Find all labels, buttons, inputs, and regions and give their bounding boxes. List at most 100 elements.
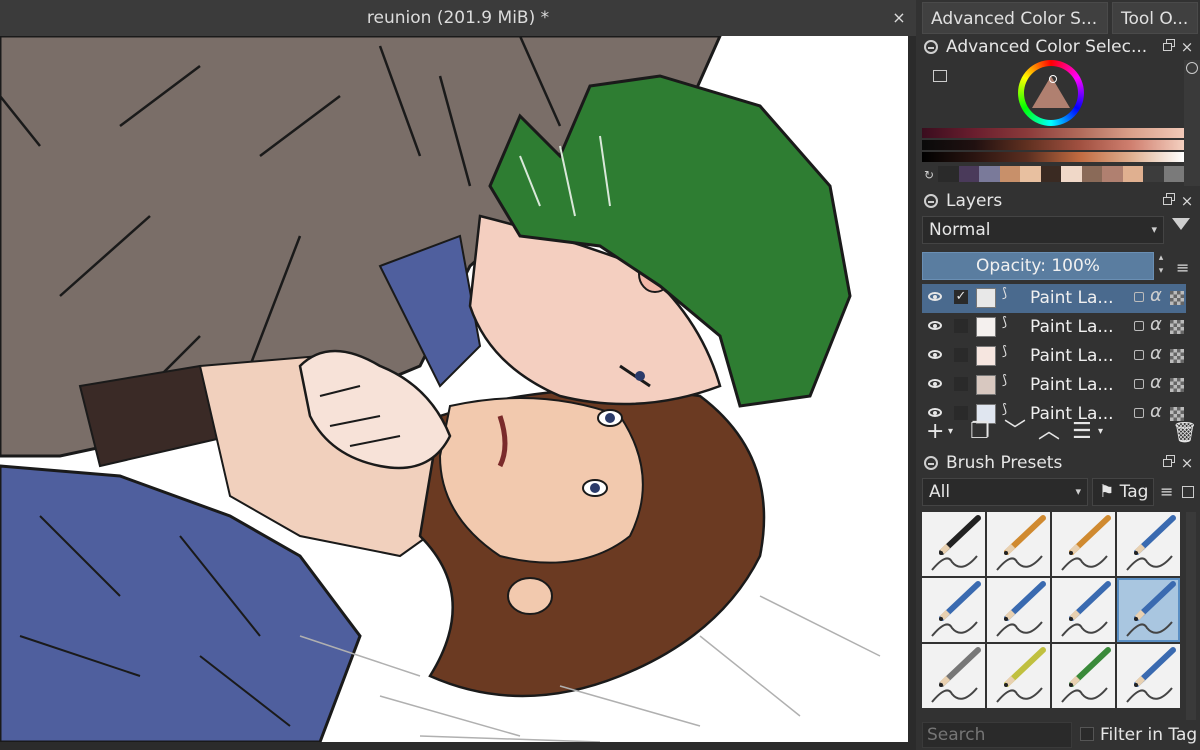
- duplicate-layer-button[interactable]: ❐: [970, 418, 990, 446]
- visibility-eye-icon[interactable]: [928, 379, 942, 388]
- lock-icon[interactable]: [1134, 350, 1144, 360]
- opacity-slider[interactable]: Opacity: 100%: [922, 252, 1154, 280]
- paint-layer-icon: ⟆: [1002, 315, 1008, 330]
- brush-preset-tile[interactable]: [987, 578, 1050, 642]
- visibility-eye-icon[interactable]: [928, 350, 942, 359]
- filter-in-tag-checkbox[interactable]: Filter in Tag: [1080, 722, 1200, 748]
- visibility-eye-icon[interactable]: [928, 292, 942, 301]
- layer-thumbnail: [976, 375, 996, 395]
- add-layer-button[interactable]: +: [926, 418, 944, 446]
- panel-lock-icon[interactable]: [924, 194, 938, 208]
- properties-dropdown-icon[interactable]: ▾: [1098, 418, 1103, 446]
- filter-icon[interactable]: [1172, 218, 1190, 230]
- color-swatches[interactable]: [938, 166, 1184, 182]
- alpha-lock-icon[interactable]: α: [1150, 343, 1162, 364]
- layer-properties-button[interactable]: ☰: [1072, 418, 1092, 446]
- layer-select-checkbox[interactable]: [954, 319, 968, 333]
- lock-icon[interactable]: [1134, 321, 1144, 331]
- visibility-eye-icon[interactable]: [928, 321, 942, 330]
- layer-select-checkbox[interactable]: [954, 348, 968, 362]
- inherit-alpha-icon[interactable]: [1170, 378, 1184, 392]
- alpha-lock-icon[interactable]: α: [1150, 285, 1162, 306]
- brush-presets-header: Brush Presets ×: [918, 450, 1200, 476]
- refresh-swatches-icon[interactable]: ↻: [924, 168, 934, 182]
- alpha-lock-icon[interactable]: α: [1150, 372, 1162, 393]
- lock-icon[interactable]: [1134, 408, 1144, 418]
- brush-preset-tile[interactable]: [1052, 644, 1115, 708]
- brush-view-menu-icon[interactable]: ≡: [1160, 482, 1173, 501]
- layer-name[interactable]: Paint La...: [1030, 313, 1114, 342]
- brush-preset-tile[interactable]: [1052, 578, 1115, 642]
- tab-advanced-color-selector[interactable]: Advanced Color S...: [922, 2, 1108, 34]
- canvas-vertical-scrollbar[interactable]: [908, 36, 916, 750]
- float-panel-icon[interactable]: [1163, 455, 1176, 468]
- lock-icon[interactable]: [1134, 292, 1144, 302]
- tag-select[interactable]: All ▾: [922, 478, 1088, 506]
- brush-search-input[interactable]: [922, 722, 1072, 748]
- blend-mode-select[interactable]: Normal ▾: [922, 216, 1164, 244]
- tag-button[interactable]: ⚑ Tag: [1092, 478, 1154, 506]
- brush-preset-tile[interactable]: [1052, 512, 1115, 576]
- brush-preset-tile[interactable]: [987, 644, 1050, 708]
- float-panel-icon[interactable]: [1163, 39, 1176, 52]
- color-gradient-bar[interactable]: [922, 140, 1184, 150]
- brush-preset-tile[interactable]: [1117, 578, 1180, 642]
- tab-tool-options[interactable]: Tool O...: [1112, 2, 1198, 34]
- no-color-icon[interactable]: [1186, 62, 1198, 74]
- canvas-horizontal-scrollbar[interactable]: [0, 742, 908, 750]
- brush-list-scrollbar[interactable]: [1186, 512, 1196, 720]
- layer-row[interactable]: ⟆ Paint La... α: [922, 313, 1186, 342]
- layer-name[interactable]: Paint La...: [1030, 371, 1114, 400]
- inherit-alpha-icon[interactable]: [1170, 291, 1184, 305]
- brush-preset-icon: [996, 515, 1046, 571]
- layer-menu-icon[interactable]: ≡: [1176, 258, 1189, 277]
- layer-row[interactable]: ⟆ Paint La... α: [922, 371, 1186, 400]
- inherit-alpha-icon[interactable]: [1170, 320, 1184, 334]
- alpha-lock-icon[interactable]: α: [1150, 314, 1162, 335]
- close-panel-icon[interactable]: ×: [1178, 190, 1196, 212]
- layer-thumbnail: [976, 288, 996, 308]
- panel-lock-icon[interactable]: [924, 40, 938, 54]
- move-layer-down-button[interactable]: ﹀: [1004, 418, 1026, 446]
- color-picker-cursor[interactable]: [1049, 75, 1057, 83]
- brush-import-icon[interactable]: [1182, 486, 1194, 498]
- layer-name[interactable]: Paint La...: [1030, 342, 1114, 371]
- close-panel-icon[interactable]: ×: [1178, 36, 1196, 58]
- close-panel-icon[interactable]: ×: [1178, 452, 1196, 474]
- lock-icon[interactable]: [1134, 379, 1144, 389]
- drawing-canvas[interactable]: [0, 36, 908, 742]
- document-title[interactable]: reunion (201.9 MiB) *: [0, 0, 916, 36]
- opacity-spinner[interactable]: ▴ ▾: [1156, 252, 1166, 280]
- brush-preset-tile[interactable]: [922, 512, 985, 576]
- visibility-eye-icon[interactable]: [928, 408, 942, 417]
- delete-layer-button[interactable]: 🗑: [1172, 418, 1197, 446]
- color-settings-icon[interactable]: [933, 70, 947, 82]
- checkbox-box: [1080, 727, 1094, 741]
- brush-preset-icon: [1126, 647, 1176, 703]
- brush-preset-tile[interactable]: [1117, 512, 1180, 576]
- move-layer-up-button[interactable]: ︿: [1038, 418, 1060, 446]
- layer-row[interactable]: ✓ ⟆ Paint La... α: [922, 284, 1186, 313]
- brush-preset-tile[interactable]: [922, 578, 985, 642]
- close-document-icon[interactable]: ×: [888, 6, 910, 30]
- add-layer-dropdown-icon[interactable]: ▾: [948, 418, 953, 446]
- brush-preset-tile[interactable]: [1117, 644, 1180, 708]
- color-value-bar[interactable]: [922, 152, 1184, 162]
- paint-layer-icon: ⟆: [1002, 344, 1008, 359]
- float-panel-icon[interactable]: [1163, 193, 1176, 206]
- color-history-bar[interactable]: [922, 128, 1184, 138]
- layer-name[interactable]: Paint La...: [1030, 284, 1114, 313]
- brush-preset-icon: [1126, 515, 1176, 571]
- brush-preset-tile[interactable]: [987, 512, 1050, 576]
- panel-lock-icon[interactable]: [924, 456, 938, 470]
- layer-row[interactable]: ⟆ Paint La... α: [922, 342, 1186, 371]
- layer-thumbnail: [976, 317, 996, 337]
- inherit-alpha-icon[interactable]: [1170, 349, 1184, 363]
- chevron-down-icon: ▾: [1075, 485, 1081, 498]
- paint-layer-icon: ⟆: [1002, 402, 1008, 417]
- color-side-strip[interactable]: [1184, 60, 1200, 186]
- layer-select-checkbox[interactable]: ✓: [954, 290, 968, 304]
- color-selector-header: Advanced Color Selec... ×: [918, 34, 1200, 60]
- layer-select-checkbox[interactable]: [954, 377, 968, 391]
- brush-preset-tile[interactable]: [922, 644, 985, 708]
